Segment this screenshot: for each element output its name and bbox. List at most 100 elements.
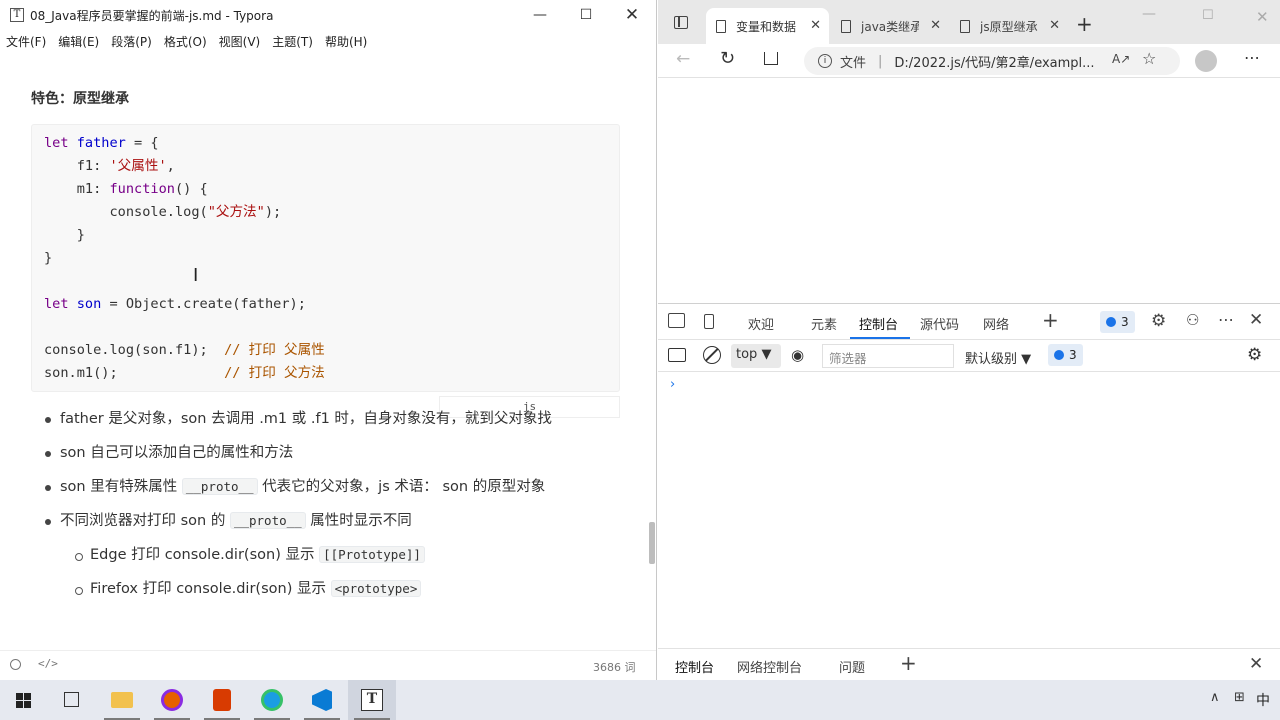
log-level-select[interactable]: 默认级别 ▼ — [965, 348, 1031, 367]
back-icon[interactable]: ← — [676, 49, 690, 69]
task-view-icon[interactable] — [48, 680, 96, 720]
inline-code: __proto__ — [229, 512, 306, 529]
tab-network[interactable]: 网络 — [983, 314, 1009, 333]
drawer-tab-console[interactable]: 控制台 — [675, 657, 714, 676]
console-prompt[interactable]: › — [670, 377, 675, 392]
live-expression-icon[interactable]: ◉ — [791, 346, 804, 364]
menu-file[interactable]: 文件(F) — [6, 33, 46, 50]
console-toolbar: top ▼ ◉ 筛选器 默认级别 ▼ 3 ⚙ — [658, 340, 1280, 372]
menu-edit[interactable]: 编辑(E) — [58, 33, 99, 50]
tab-js-prototype[interactable]: js原型继承 ✕ — [950, 8, 1068, 44]
url-text: D:/2022.js/代码/第2章/exampl... — [894, 55, 1095, 71]
profile-avatar[interactable] — [1195, 50, 1217, 72]
clear-console-icon[interactable] — [703, 346, 721, 364]
list-item: 不同浏览器对打印 son 的 __proto__ 属性时显示不同 — [44, 510, 552, 544]
list-item: son 里有特殊属性 __proto__ 代表它的父对象，js 术语： son … — [44, 476, 552, 510]
console-settings-icon[interactable]: ⚙ — [1247, 345, 1262, 365]
scrollbar-thumb[interactable] — [649, 522, 655, 564]
minimize-button[interactable]: — — [517, 0, 563, 30]
tab-welcome[interactable]: 欢迎 — [748, 314, 774, 333]
maximize-button[interactable]: ☐ — [563, 0, 609, 30]
issues-badge[interactable]: 3 — [1100, 311, 1135, 333]
source-mode-icon[interactable]: </> — [38, 657, 58, 670]
close-devtools-icon[interactable]: ✕ — [1249, 310, 1263, 330]
code-block[interactable]: let father = { f1: '父属性', m1: function()… — [31, 124, 620, 392]
customize-icon[interactable]: ⚇ — [1186, 311, 1199, 329]
inline-code: <prototype> — [330, 580, 422, 597]
tab-elements[interactable]: 元素 — [811, 314, 837, 333]
close-button[interactable]: ✕ — [609, 0, 655, 30]
taskbar: T ∧ ⊞ 中 — [0, 680, 1280, 720]
ime-indicator[interactable]: 中 — [1256, 690, 1270, 710]
device-emulation-icon[interactable] — [704, 314, 714, 329]
firefox-icon[interactable] — [148, 680, 196, 720]
list-item: Firefox 打印 console.dir(son) 显示 <prototyp… — [74, 578, 425, 612]
outline-toggle-icon[interactable] — [10, 659, 21, 670]
typora-icon[interactable]: T — [348, 680, 396, 720]
devtools-tabs: 欢迎 元素 控制台 源代码 网络 + 3 ⚙ ⚇ ⋯ ✕ — [658, 304, 1280, 340]
tab-close-icon[interactable]: ✕ — [930, 18, 941, 33]
inspect-icon[interactable] — [668, 313, 685, 328]
edge-icon[interactable] — [248, 680, 296, 720]
edge-window: 变量和数据 ✕ java类继承 ✕ js原型继承 ✕ + — ☐ ✕ ← ↻ i… — [658, 0, 1280, 682]
read-aloud-icon[interactable]: A↗ — [1112, 52, 1130, 66]
maximize-button[interactable]: ☐ — [1202, 8, 1214, 23]
address-bar-row: ← ↻ i 文件 | D:/2022.js/代码/第2章/exampl... A… — [658, 44, 1280, 78]
tab-actions-icon[interactable] — [674, 16, 688, 29]
drawer-tabs: 控制台 网络控制台 问题 + ✕ — [658, 648, 1280, 682]
settings-icon[interactable]: ⚙ — [1151, 311, 1166, 331]
tab-java-inherit[interactable]: java类继承 ✕ — [831, 8, 949, 44]
more-icon[interactable]: ⋯ — [1218, 310, 1234, 329]
tab-sources[interactable]: 源代码 — [920, 314, 959, 333]
typora-logo-icon: T — [10, 8, 24, 22]
close-button[interactable]: ✕ — [1256, 8, 1269, 26]
tab-variables[interactable]: 变量和数据 ✕ — [706, 8, 829, 44]
drawer-tab-network-console[interactable]: 网络控制台 — [737, 657, 802, 676]
page-icon — [716, 19, 726, 33]
tray-input-icon[interactable]: ⊞ — [1234, 690, 1245, 705]
favorite-icon[interactable]: ☆ — [1142, 49, 1156, 68]
tab-console[interactable]: 控制台 — [859, 314, 898, 333]
list-item: son 自己可以添加自己的属性和方法 — [44, 442, 552, 476]
sidebar-toggle-icon[interactable] — [668, 348, 686, 362]
inline-code: __proto__ — [181, 478, 258, 495]
minimize-button[interactable]: — — [1142, 6, 1156, 22]
tab-close-icon[interactable]: ✕ — [1049, 18, 1060, 33]
home-icon[interactable] — [764, 52, 778, 65]
inline-code: [[Prototype]] — [319, 546, 425, 563]
tray-chevron-icon[interactable]: ∧ — [1210, 690, 1220, 705]
document-area[interactable]: 特色：原型继承 let father = { f1: '父属性', m1: fu… — [0, 56, 648, 650]
page-icon — [960, 19, 970, 33]
new-tab-icon[interactable]: + — [1076, 12, 1093, 36]
refresh-icon[interactable]: ↻ — [720, 48, 735, 69]
section-heading: 特色：原型继承 — [31, 91, 129, 107]
file-explorer-icon[interactable] — [98, 680, 146, 720]
info-icon[interactable]: i — [818, 54, 832, 68]
drawer-tab-issues[interactable]: 问题 — [839, 657, 865, 676]
menu-theme[interactable]: 主题(T) — [272, 33, 313, 50]
filter-input[interactable]: 筛选器 — [822, 344, 954, 368]
issues-badge[interactable]: 3 — [1048, 344, 1083, 366]
menu-help[interactable]: 帮助(H) — [325, 33, 367, 50]
start-button[interactable] — [0, 680, 48, 720]
status-bar: </> 3686 词 — [0, 650, 656, 680]
menu-format[interactable]: 格式(O) — [164, 33, 207, 50]
title-bar: T 08_Java程序员要掌握的前端-js.md - Typora — ☐ ✕ — [0, 0, 656, 30]
menu-view[interactable]: 视图(V) — [219, 33, 261, 50]
office-icon[interactable] — [198, 680, 246, 720]
devtools-panel: 欢迎 元素 控制台 源代码 网络 + 3 ⚙ ⚇ ⋯ ✕ top ▼ ◉ 筛选器… — [658, 303, 1280, 682]
window-title: 08_Java程序员要掌握的前端-js.md - Typora — [30, 8, 274, 23]
bullet-list: father 是父对象，son 去调用 .m1 或 .f1 时，自身对象没有，就… — [44, 408, 552, 544]
word-count[interactable]: 3686 词 — [593, 659, 636, 675]
tab-close-icon[interactable]: ✕ — [810, 18, 821, 33]
more-icon[interactable]: ⋯ — [1244, 48, 1261, 67]
vscode-icon[interactable] — [298, 680, 346, 720]
active-tab-indicator — [850, 337, 910, 339]
sub-bullet-list: Edge 打印 console.dir(son) 显示 [[Prototype]… — [74, 544, 425, 612]
add-tool-icon[interactable]: + — [1042, 308, 1059, 332]
page-icon — [841, 19, 851, 33]
context-select[interactable]: top ▼ — [731, 344, 781, 368]
add-drawer-tool-icon[interactable]: + — [900, 651, 917, 675]
close-drawer-icon[interactable]: ✕ — [1249, 654, 1263, 674]
menu-paragraph[interactable]: 段落(P) — [111, 33, 152, 50]
